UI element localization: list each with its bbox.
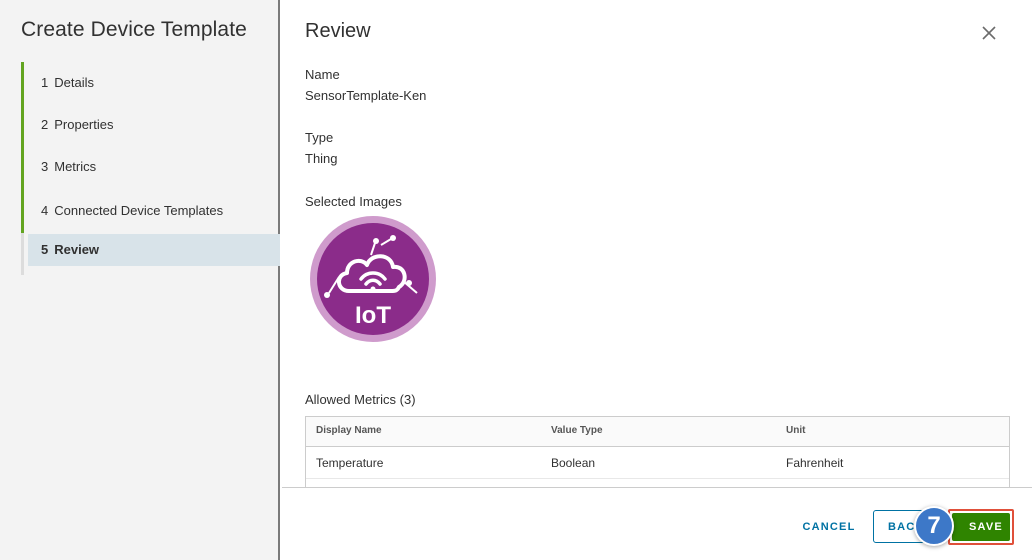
step-label: Review — [54, 242, 100, 257]
selected-images-label: Selected Images — [305, 194, 402, 209]
save-button[interactable]: SAVE — [952, 513, 1010, 541]
type-value: Thing — [305, 151, 338, 166]
table-header: Display Name Value Type Unit — [306, 417, 1009, 447]
table-row: Temperature Boolean Fahrenheit — [306, 447, 1009, 479]
active-step-highlight: 5 Review — [28, 234, 280, 266]
wizard-step-details[interactable]: 1 Details — [21, 62, 280, 104]
wizard-step-properties[interactable]: 2 Properties — [21, 104, 280, 146]
page-title: Review — [305, 20, 371, 42]
column-header-unit[interactable]: Unit — [776, 417, 1009, 446]
cell-unit: Fahrenheit — [786, 456, 844, 470]
iot-image: IoT — [309, 215, 437, 343]
review-panel: Review Name SensorTemplate-Ken Type Thin… — [282, 0, 1032, 560]
type-label: Type — [305, 130, 334, 145]
cancel-button[interactable]: CANCEL — [794, 512, 864, 542]
wizard-step-metrics[interactable]: 3 Metrics — [21, 146, 280, 188]
name-label: Name — [305, 67, 340, 82]
wizard-step-connected-device-templates[interactable]: 4 Connected Device Templates — [21, 188, 280, 233]
step-label: Connected Device Templates — [54, 203, 224, 218]
allowed-metrics-label: Allowed Metrics (3) — [305, 392, 416, 407]
step-number-badge: 7 — [914, 506, 954, 546]
step-label: Metrics — [54, 159, 97, 174]
wizard-footer: CANCEL BACK SAVE 7 — [282, 487, 1032, 560]
name-value: SensorTemplate-Ken — [305, 88, 427, 103]
iot-cloud-icon: IoT — [310, 216, 436, 342]
step-number: 4 — [41, 203, 49, 218]
cell-display-name: Temperature — [316, 456, 384, 470]
iot-text: IoT — [355, 302, 391, 329]
wizard-steps: 1 Details 2 Properties 3 Metrics 4 Connected… — [21, 62, 280, 275]
close-icon[interactable] — [980, 24, 998, 42]
step-number: 1 — [41, 75, 49, 90]
metrics-table: Display Name Value Type Unit Temperature… — [305, 416, 1010, 488]
step-number: 2 — [41, 117, 49, 132]
wizard-title: Create Device Template — [21, 18, 247, 41]
step-label: Details — [54, 75, 94, 90]
step-number: 5 — [41, 242, 49, 257]
step-label: Properties — [54, 117, 114, 132]
column-header-value-type[interactable]: Value Type — [541, 417, 776, 446]
cell-value-type: Boolean — [551, 456, 596, 470]
wizard-sidebar: Create Device Template 1 Details 2 Propert… — [0, 0, 280, 560]
wizard-step-review[interactable]: 5 Review — [21, 233, 280, 275]
step-number: 3 — [41, 159, 49, 174]
column-header-display-name[interactable]: Display Name — [306, 417, 541, 446]
